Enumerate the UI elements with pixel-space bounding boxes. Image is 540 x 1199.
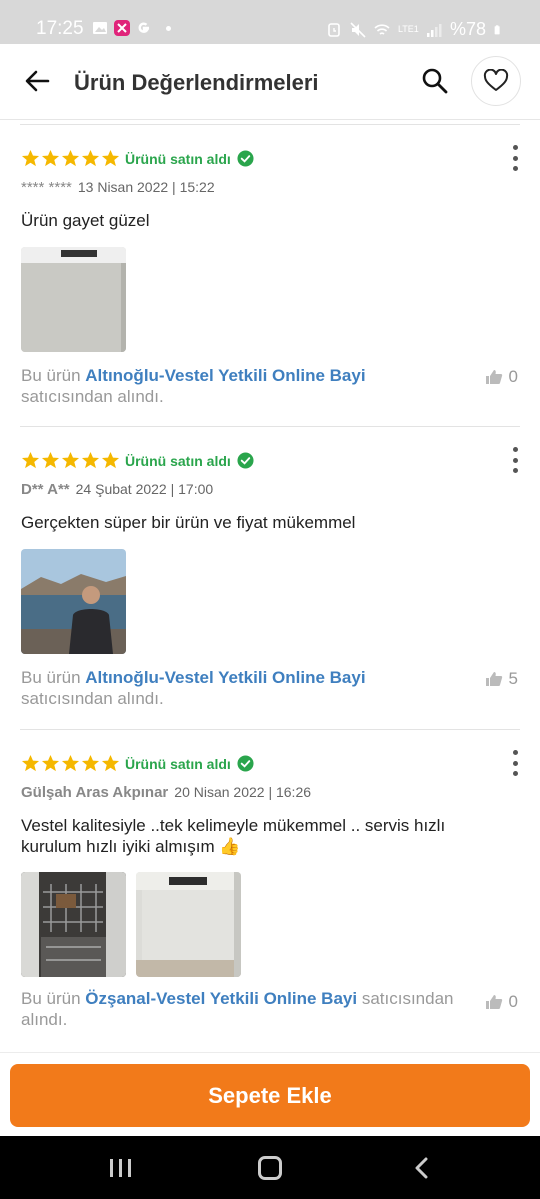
seller-prefix: Bu ürün bbox=[21, 366, 81, 385]
thumbs-up-icon bbox=[485, 672, 502, 686]
search-icon[interactable] bbox=[420, 66, 450, 96]
review-author: **** **** bbox=[21, 179, 72, 196]
add-to-cart-button[interactable]: Sepete Ekle bbox=[10, 1064, 530, 1127]
star-icon bbox=[41, 451, 60, 469]
review-date: 24 Şubat 2022 | 17:00 bbox=[75, 481, 214, 497]
battery-icon bbox=[494, 24, 500, 34]
star-icon bbox=[41, 754, 60, 772]
alarm-icon bbox=[328, 22, 340, 37]
star-icon bbox=[81, 754, 100, 772]
seller-prefix: Bu ürün bbox=[21, 989, 81, 1008]
nav-back-icon[interactable] bbox=[412, 1157, 432, 1179]
star-icon bbox=[61, 451, 80, 469]
like-button[interactable]: 5 bbox=[485, 669, 518, 689]
star-icon bbox=[61, 754, 80, 772]
thumbs-up-icon bbox=[485, 995, 502, 1009]
like-count: 5 bbox=[508, 669, 518, 688]
star-icon bbox=[61, 149, 80, 167]
more-options-icon[interactable] bbox=[510, 447, 520, 473]
signal-icon bbox=[426, 23, 442, 37]
mute-icon bbox=[350, 21, 366, 38]
status-time: 17:25 bbox=[36, 18, 84, 39]
review-images bbox=[21, 549, 126, 654]
battery-level: %78 bbox=[449, 19, 486, 39]
app-bar: Ürün Değerlendirmeleri bbox=[0, 44, 540, 120]
more-options-icon[interactable] bbox=[510, 750, 520, 776]
more-options-icon[interactable] bbox=[510, 145, 520, 171]
bought-label: Ürünü satın aldı bbox=[125, 452, 231, 469]
wifi-icon bbox=[374, 23, 390, 35]
verified-check-icon bbox=[237, 755, 254, 772]
status-system-icons: LTE1 %78 bbox=[326, 19, 504, 40]
seller-suffix: satıcısından alındı. bbox=[21, 387, 164, 406]
review-images bbox=[21, 872, 241, 977]
star-icon bbox=[21, 754, 40, 772]
review-comment: Vestel kalitesiyle ..tek kelimeyle mükem… bbox=[21, 816, 446, 856]
seller-link[interactable]: Altınoğlu-Vestel Yetkili Online Bayi bbox=[85, 366, 365, 385]
review-image-dishwasher[interactable] bbox=[21, 247, 126, 352]
seller-prefix: Bu ürün bbox=[21, 668, 81, 687]
star-icon bbox=[21, 451, 40, 469]
review-meta: D** A** 24 Şubat 2022 | 17:00 bbox=[21, 481, 213, 498]
heart-icon bbox=[483, 69, 509, 91]
verified-check-icon bbox=[237, 452, 254, 469]
thumbs-up-icon bbox=[485, 370, 502, 384]
system-nav-bar bbox=[0, 1136, 540, 1199]
review-date: 20 Nisan 2022 | 16:26 bbox=[174, 784, 312, 800]
review-images bbox=[21, 247, 126, 352]
review-meta: Gülşah Aras Akpınar 20 Nisan 2022 | 16:26 bbox=[21, 784, 311, 801]
review-comment: Gerçekten süper bir ürün ve fiyat mükemm… bbox=[21, 513, 356, 532]
star-icon bbox=[21, 149, 40, 167]
verified-check-icon bbox=[237, 150, 254, 167]
bought-label: Ürünü satın aldı bbox=[125, 150, 231, 167]
cart-bar: Sepete Ekle bbox=[0, 1052, 540, 1136]
review-image-dishwasher-open[interactable] bbox=[21, 872, 126, 977]
status-notification-icons bbox=[92, 20, 171, 36]
seller-link[interactable]: Özşanal-Vestel Yetkili Online Bayi bbox=[85, 989, 357, 1008]
like-count: 0 bbox=[508, 992, 518, 1011]
star-icon bbox=[41, 149, 60, 167]
review-comment: Ürün gayet güzel bbox=[21, 211, 150, 230]
gallery-icon bbox=[93, 22, 107, 34]
back-arrow-icon[interactable] bbox=[22, 66, 52, 96]
review-list: Ürünü satın aldı **** **** 13 Nisan 2022 … bbox=[0, 124, 540, 1051]
review-image-dishwasher-closed[interactable] bbox=[136, 872, 241, 977]
review-item: Ürünü satın aldı Gülşah Aras Akpınar 20 N… bbox=[20, 729, 520, 1051]
review-author: Gülşah Aras Akpınar bbox=[21, 784, 169, 801]
star-icon bbox=[81, 451, 100, 469]
review-rating-row: Ürünü satın aldı bbox=[21, 754, 254, 773]
seller-link[interactable]: Altınoğlu-Vestel Yetkili Online Bayi bbox=[85, 668, 365, 687]
star-icon bbox=[101, 149, 120, 167]
review-date: 13 Nisan 2022 | 15:22 bbox=[77, 179, 215, 195]
home-icon[interactable] bbox=[258, 1156, 282, 1180]
star-icon bbox=[81, 149, 100, 167]
review-item: Ürünü satın aldı **** **** 13 Nisan 2022 … bbox=[20, 124, 520, 426]
review-rating-row: Ürünü satın aldı bbox=[21, 451, 254, 470]
like-count: 0 bbox=[508, 367, 518, 386]
review-image-person[interactable] bbox=[21, 549, 126, 654]
status-bar: 17:25 LTE1 %78 bbox=[0, 0, 540, 44]
seller-info: Bu ürün Özşanal-Vestel Yetkili Online Ba… bbox=[21, 988, 461, 1030]
favorite-button[interactable] bbox=[471, 56, 521, 106]
seller-info: Bu ürün Altınoğlu-Vestel Yetkili Online … bbox=[21, 667, 461, 709]
review-rating-row: Ürünü satın aldı bbox=[21, 149, 254, 168]
review-meta: **** **** 13 Nisan 2022 | 15:22 bbox=[21, 179, 215, 196]
star-icon bbox=[101, 451, 120, 469]
review-author: D** A** bbox=[21, 481, 70, 498]
page-title: Ürün Değerlendirmeleri bbox=[74, 70, 319, 95]
recent-apps-icon[interactable] bbox=[110, 1159, 131, 1177]
like-button[interactable]: 0 bbox=[485, 992, 518, 1012]
like-button[interactable]: 0 bbox=[485, 367, 518, 387]
review-item: Ürünü satın aldı D** A** 24 Şubat 2022 | … bbox=[20, 426, 520, 729]
network-label: LTE1 bbox=[397, 24, 419, 34]
app-notification-icon bbox=[114, 20, 130, 36]
seller-suffix: satıcısından alındı. bbox=[21, 689, 164, 708]
google-icon bbox=[138, 22, 150, 33]
star-icon bbox=[101, 754, 120, 772]
seller-info: Bu ürün Altınoğlu-Vestel Yetkili Online … bbox=[21, 365, 461, 407]
bought-label: Ürünü satın aldı bbox=[125, 755, 231, 772]
more-dot-icon bbox=[166, 25, 171, 31]
